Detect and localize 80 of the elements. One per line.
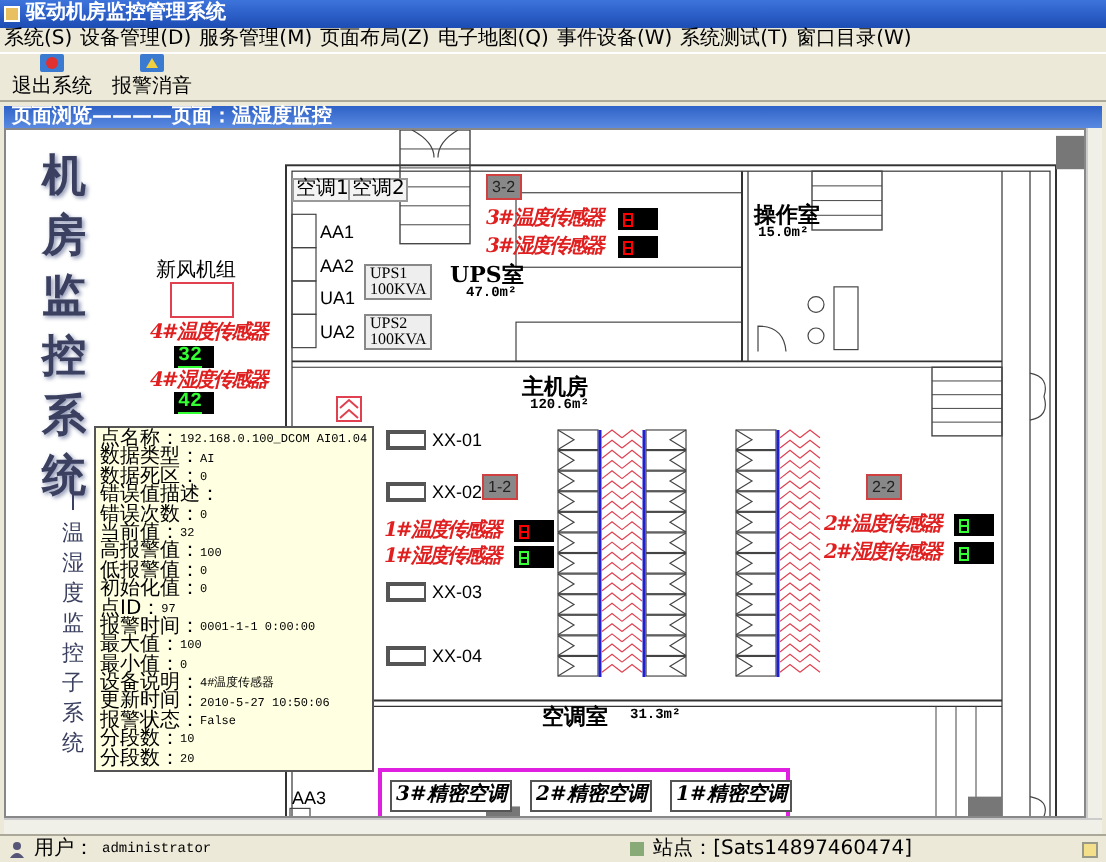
vent-icon: [336, 396, 362, 422]
rack-label: XX-01: [432, 430, 483, 450]
exit-button[interactable]: 退出系统: [8, 52, 96, 98]
ac-button[interactable]: 空调1: [292, 178, 353, 202]
room-name: 空调室: [542, 702, 608, 732]
sensor-label: 1#湿度传感器: [384, 546, 501, 568]
ac-button[interactable]: 空调2: [348, 178, 409, 202]
fresh-air-unit[interactable]: [170, 282, 234, 318]
sensor-label: 4#湿度传感器: [150, 370, 267, 392]
sensor-reading: 42: [178, 393, 203, 413]
horizontal-scrollbar[interactable]: [4, 818, 1102, 834]
panel-label: AA1: [320, 222, 355, 242]
sensor-label: 4#温度传感器: [150, 322, 267, 344]
subsystem-title: 温湿度监控子系统: [62, 518, 84, 758]
panel-label: UA1: [320, 288, 356, 308]
room-name: UPS室: [450, 260, 524, 288]
ups-box[interactable]: UPS2 100KVA: [364, 314, 433, 350]
alarm-icon: [138, 52, 166, 74]
digit-display-icon: [622, 211, 634, 227]
room-name: 主机房: [522, 372, 588, 400]
menu-item[interactable]: 服务管理(M): [199, 28, 313, 52]
exit-icon: [38, 52, 66, 74]
menu-item[interactable]: 窗口目录(W): [796, 28, 912, 52]
sensor-label: 3#温度传感器: [486, 208, 603, 230]
ac-unit[interactable]: 1#精密空调: [670, 780, 793, 812]
door-badge[interactable]: 1-2: [482, 474, 518, 500]
rack-label: XX-04: [432, 646, 483, 666]
sensor-label: 1#温度传感器: [384, 520, 501, 542]
app-icon: [4, 6, 20, 22]
digit-display-icon: [958, 517, 970, 533]
ups-capacity: 100KVA: [370, 282, 427, 298]
site-label: 站点：[Sats14897460474]: [653, 837, 913, 861]
digit-display-icon: [622, 239, 634, 255]
ups-name: UPS1: [370, 266, 410, 282]
sensor-display[interactable]: [954, 514, 994, 536]
user-icon: [8, 840, 26, 858]
window-title: 驱动机房监控管理系统: [26, 0, 226, 27]
menu-item[interactable]: 页面布局(Z): [320, 28, 430, 52]
vertical-scrollbar[interactable]: [1086, 128, 1102, 818]
sensor-display[interactable]: [514, 546, 554, 568]
system-title: 机房监控系统: [42, 148, 86, 506]
digit-display-icon: [518, 523, 530, 539]
user-label: 用户：: [34, 837, 94, 861]
panel-label: UA2: [320, 322, 356, 342]
digit-display-icon: [518, 549, 530, 565]
panel-label: AA3: [292, 788, 327, 808]
rack-label: XX-03: [432, 582, 483, 602]
mute-button[interactable]: 报警消音: [108, 52, 196, 98]
ups-capacity: 100KVA: [370, 332, 427, 348]
note-icon: [1082, 841, 1098, 857]
sensor-display[interactable]: 32: [174, 346, 214, 368]
rack-icon[interactable]: [386, 582, 426, 602]
panel-label: AA2: [320, 256, 355, 276]
site-icon: [627, 840, 646, 858]
breadcrumb: 页面浏览————页面：温湿度监控: [12, 106, 332, 128]
menu-item[interactable]: 系统测试(T): [680, 28, 789, 52]
rack-icon[interactable]: [386, 482, 426, 502]
ac-unit[interactable]: 3#精密空调: [390, 780, 513, 812]
digit-display-icon: [958, 545, 970, 561]
sensor-display[interactable]: 42: [174, 392, 214, 414]
ac-unit[interactable]: 2#精密空调: [530, 780, 653, 812]
sensor-label: 3#湿度传感器: [486, 236, 603, 258]
rack-icon[interactable]: [386, 430, 426, 450]
sensor-reading: 32: [178, 347, 203, 367]
door-badge[interactable]: 3-2: [486, 174, 522, 200]
ups-box[interactable]: UPS1 100KVA: [364, 264, 433, 300]
room-name: 操作室: [754, 200, 820, 228]
door-badge[interactable]: 2-2: [866, 474, 902, 500]
tooltip-line: 错误值描述：: [100, 486, 222, 506]
menu-item[interactable]: 系统(S): [4, 28, 73, 52]
menu-item[interactable]: 设备管理(D): [80, 28, 192, 52]
rack-label: XX-02: [432, 482, 483, 502]
menu-item[interactable]: 电子地图(Q): [437, 28, 549, 52]
sensor-label: 2#湿度传感器: [824, 542, 941, 564]
fresh-air-label: 新风机组: [156, 257, 236, 284]
sensor-label: 2#温度传感器: [824, 514, 941, 536]
rack-icon[interactable]: [386, 646, 426, 666]
menu-item[interactable]: 事件设备(W): [556, 28, 673, 52]
sensor-display[interactable]: [954, 542, 994, 564]
ups-name: UPS2: [370, 316, 410, 332]
